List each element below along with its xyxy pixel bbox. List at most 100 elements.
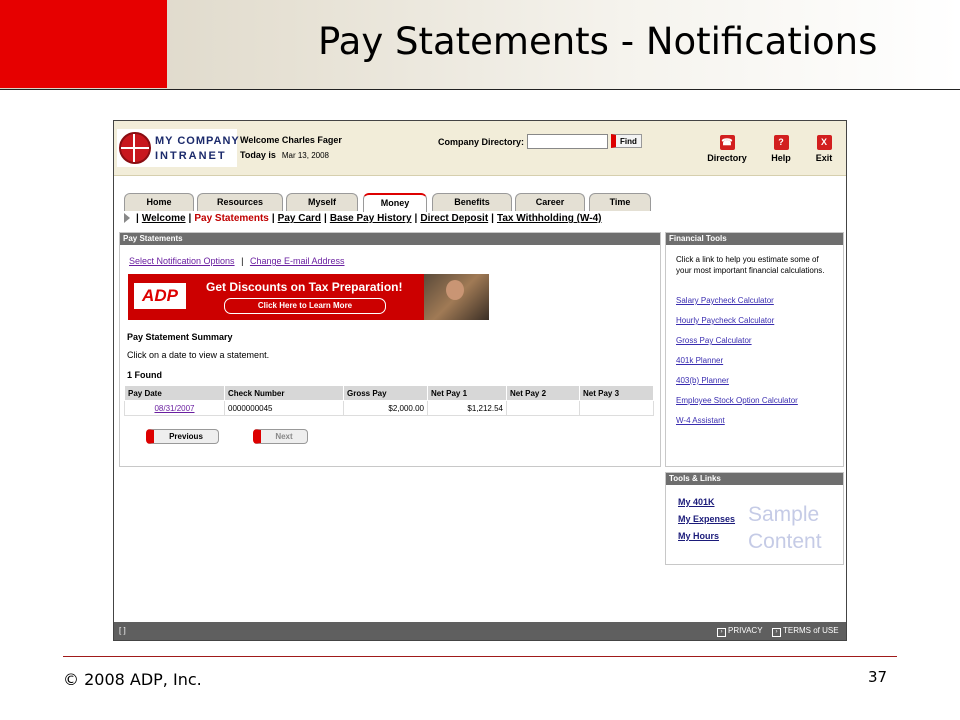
check-number-cell: 0000000045: [224, 400, 344, 416]
gross-pay-cell: $2,000.00: [343, 400, 428, 416]
globe-icon: [119, 132, 151, 164]
subnav-welcome[interactable]: Welcome: [142, 213, 186, 224]
tools-links-header: Tools & Links: [666, 473, 843, 485]
welcome-text: Welcome Charles Fager: [240, 135, 342, 145]
phone-icon: ☎: [719, 135, 735, 150]
company-intranet-logo[interactable]: MY COMPANY INTRANET: [117, 129, 240, 167]
stock-option-calculator-link[interactable]: Employee Stock Option Calculator: [676, 396, 798, 405]
help-tool[interactable]: ? Help: [766, 135, 796, 163]
directory-tool[interactable]: ☎ Directory: [704, 135, 750, 163]
column-header: Gross Pay: [343, 385, 428, 401]
w4-assistant-link[interactable]: W-4 Assistant: [676, 416, 725, 425]
help-tool-label: Help: [771, 153, 791, 163]
tab-myself[interactable]: Myself: [286, 193, 358, 211]
gross-pay-calculator-link[interactable]: Gross Pay Calculator: [676, 336, 752, 345]
previous-button[interactable]: Previous: [146, 429, 219, 444]
banner-title: Get Discounts on Tax Preparation!: [206, 280, 403, 294]
table-header-row: Pay Date Check Number Gross Pay Net Pay …: [124, 385, 654, 401]
money-subnav: | Welcome | Pay Statements | Pay Card | Base Pa…: [124, 213, 654, 227]
notification-links: Select Notification Options | Change E-m…: [129, 256, 345, 266]
directory-tool-label: Directory: [707, 153, 747, 163]
play-arrow-icon: [124, 213, 130, 224]
terms-label: TERMS of USE: [783, 626, 839, 635]
today-line: Today is Mar 13, 2008: [240, 150, 329, 160]
main-tabs: Home Resources Myself Money Benefits Car…: [114, 193, 846, 212]
find-button[interactable]: Find: [611, 134, 642, 148]
financial-tools-intro: Click a link to help you estimate some o…: [676, 255, 825, 275]
banner-photo: [424, 274, 489, 320]
privacy-link[interactable]: › PRIVACY: [717, 626, 763, 637]
exit-icon: X: [816, 135, 832, 150]
portal-top-bar: MY COMPANY INTRANET Welcome Charles Fage…: [114, 121, 846, 176]
financial-tools-panel: Financial Tools Click a link to help you…: [665, 232, 844, 467]
portal-footer: [ ] › PRIVACY › TERMS of USE: [114, 622, 846, 640]
column-header: Net Pay 3: [579, 385, 654, 401]
net-pay-1-cell: $1,212.54: [427, 400, 507, 416]
column-header: Check Number: [224, 385, 344, 401]
pay-statements-header: Pay Statements: [120, 233, 660, 245]
tab-career[interactable]: Career: [515, 193, 585, 211]
logo-line-2: INTRANET: [155, 150, 227, 162]
tax-discount-banner[interactable]: ADP Get Discounts on Tax Preparation! Cl…: [128, 274, 489, 320]
pay-date-cell: 08/31/2007: [124, 400, 225, 416]
tools-links-panel: Tools & Links My 401K My Expenses My Hou…: [665, 472, 844, 565]
401k-planner-link[interactable]: 401k Planner: [676, 356, 723, 365]
subnav-direct-deposit[interactable]: Direct Deposit: [420, 213, 488, 224]
slide-header: Pay Statements - Notifications: [0, 0, 960, 90]
tab-benefits[interactable]: Benefits: [432, 193, 512, 211]
terms-link[interactable]: › TERMS of USE: [772, 626, 839, 637]
summary-title: Pay Statement Summary: [127, 332, 233, 342]
watermark-line-2: Content: [748, 530, 822, 553]
pay-statements-panel: Pay Statements Select Notification Optio…: [119, 232, 661, 467]
privacy-label: PRIVACY: [728, 626, 763, 635]
footer-divider: [63, 656, 897, 657]
subnav-pay-card[interactable]: Pay Card: [278, 213, 321, 224]
tab-home[interactable]: Home: [124, 193, 194, 211]
link-separator: |: [241, 256, 244, 266]
slide-title: Pay Statements - Notifications: [318, 20, 878, 63]
tab-money[interactable]: Money: [363, 193, 427, 212]
tab-resources[interactable]: Resources: [197, 193, 283, 211]
sample-content-watermark: Sample Content: [748, 501, 822, 555]
logo-line-1: MY COMPANY: [155, 135, 240, 147]
net-pay-3-cell: [579, 400, 654, 416]
today-label: Today is: [240, 150, 276, 160]
copyright-text: © 2008 ADP, Inc.: [63, 670, 202, 689]
today-date: Mar 13, 2008: [281, 151, 329, 160]
tab-time[interactable]: Time: [589, 193, 651, 211]
hourly-paycheck-calculator-link[interactable]: Hourly Paycheck Calculator: [676, 316, 774, 325]
pay-statement-table: Pay Date Check Number Gross Pay Net Pay …: [124, 385, 654, 416]
subnav-tax-withholding[interactable]: Tax Withholding (W-4): [497, 213, 602, 224]
company-directory-input[interactable]: [527, 134, 608, 149]
table-row: 08/31/2007 0000000045 $2,000.00 $1,212.5…: [124, 400, 654, 416]
banner-learn-more-button[interactable]: Click Here to Learn More: [224, 298, 386, 314]
salary-paycheck-calculator-link[interactable]: Salary Paycheck Calculator: [676, 296, 774, 305]
summary-hint: Click on a date to view a statement.: [127, 350, 270, 360]
watermark-line-1: Sample: [748, 503, 820, 526]
subnav-base-pay-history[interactable]: Base Pay History: [330, 213, 412, 224]
subnav-pay-statements[interactable]: Pay Statements: [194, 213, 268, 224]
pay-date-link[interactable]: 08/31/2007: [154, 404, 194, 413]
select-notification-options-link[interactable]: Select Notification Options: [129, 256, 235, 266]
portal-screenshot: MY COMPANY INTRANET Welcome Charles Fage…: [113, 120, 847, 641]
arrow-icon: ›: [772, 628, 781, 637]
exit-tool[interactable]: X Exit: [810, 135, 838, 163]
net-pay-2-cell: [506, 400, 580, 416]
my-hours-link[interactable]: My Hours: [678, 531, 719, 541]
next-button[interactable]: Next: [253, 429, 308, 444]
company-directory-label: Company Directory:: [438, 137, 525, 147]
financial-tools-header: Financial Tools: [666, 233, 843, 245]
arrow-icon: ›: [717, 628, 726, 637]
my-401k-link[interactable]: My 401K: [678, 497, 715, 507]
red-accent-block: [0, 0, 167, 88]
footer-bracket: [ ]: [119, 626, 126, 635]
my-expenses-link[interactable]: My Expenses: [678, 514, 735, 524]
403b-planner-link[interactable]: 403(b) Planner: [676, 376, 729, 385]
change-email-link[interactable]: Change E-mail Address: [250, 256, 345, 266]
exit-tool-label: Exit: [815, 153, 833, 163]
column-header: Net Pay 2: [506, 385, 580, 401]
column-header: Pay Date: [124, 385, 225, 401]
results-count: 1 Found: [127, 370, 162, 380]
slide-number: 37: [868, 668, 888, 686]
adp-logo: ADP: [134, 283, 186, 309]
